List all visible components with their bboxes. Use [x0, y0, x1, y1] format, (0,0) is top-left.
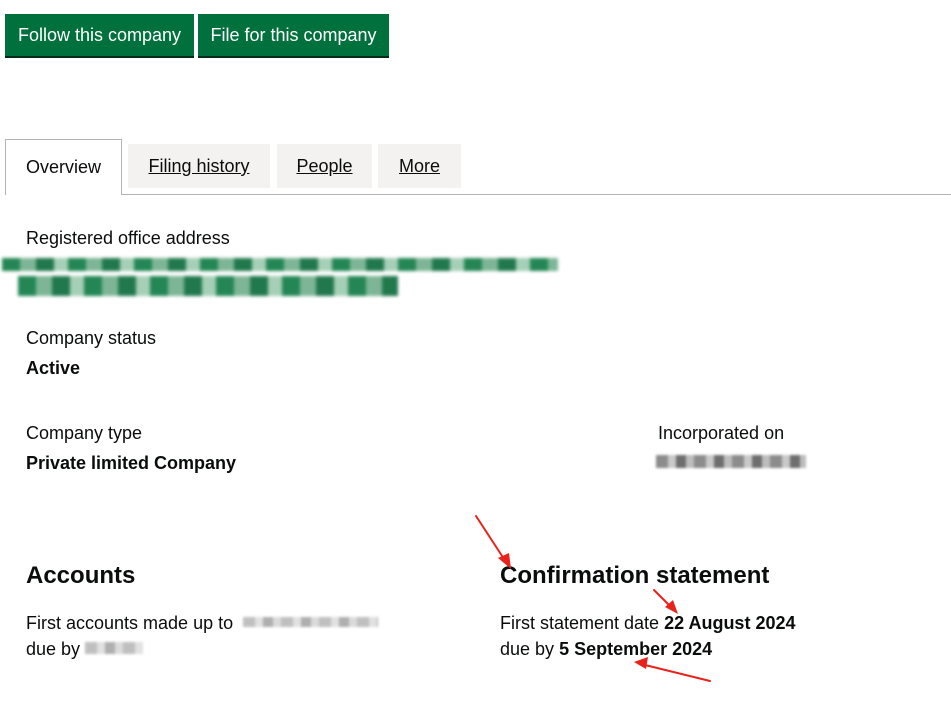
company-type-label: Company type — [26, 423, 143, 443]
tab-overview[interactable]: Overview — [5, 139, 122, 195]
arrow-to-confirmation-heading — [475, 515, 507, 563]
first-accounts-text: First accounts made up to — [26, 610, 233, 636]
tab-more[interactable]: More — [378, 144, 461, 188]
redacted-address-line-2 — [18, 276, 398, 296]
incorporated-label: Incorporated on — [658, 423, 785, 443]
redacted-address-line-1 — [2, 258, 558, 271]
confirmation-due-text: due by 5 September 2024 — [500, 636, 712, 662]
arrow-to-first-statement-date — [653, 589, 673, 609]
company-status-label: Company status — [26, 328, 157, 348]
tab-people[interactable]: People — [277, 144, 372, 188]
accounts-heading: Accounts — [26, 562, 136, 589]
first-statement-prefix: First statement date — [500, 613, 660, 633]
accounts-due-prefix: due by — [26, 639, 81, 659]
file-for-company-button[interactable]: File for this company — [198, 14, 389, 56]
tab-filing-history[interactable]: Filing history — [128, 144, 270, 188]
annotation-arrows — [475, 515, 711, 682]
first-statement-text: First statement date 22 August 2024 — [500, 610, 795, 636]
first-statement-date: 22 August 2024 — [664, 613, 796, 633]
company-type-value: Private limited Company — [26, 453, 237, 473]
follow-company-button[interactable]: Follow this company — [5, 14, 194, 56]
redacted-accounts-date — [243, 617, 378, 627]
redacted-incorporation-date — [656, 455, 806, 468]
redacted-accounts-due-date — [85, 642, 143, 654]
company-status-value: Active — [26, 358, 81, 378]
arrow-to-due-date — [644, 664, 711, 682]
confirmation-heading: Confirmation statement — [500, 562, 770, 589]
confirmation-due-prefix: due by — [500, 639, 555, 659]
tabs-divider — [121, 194, 951, 195]
first-accounts-prefix: First accounts made up to — [26, 613, 234, 633]
registered-office-label: Registered office address — [26, 228, 230, 248]
confirmation-due-date: 5 September 2024 — [559, 639, 713, 659]
accounts-due-text: due by — [26, 636, 80, 662]
